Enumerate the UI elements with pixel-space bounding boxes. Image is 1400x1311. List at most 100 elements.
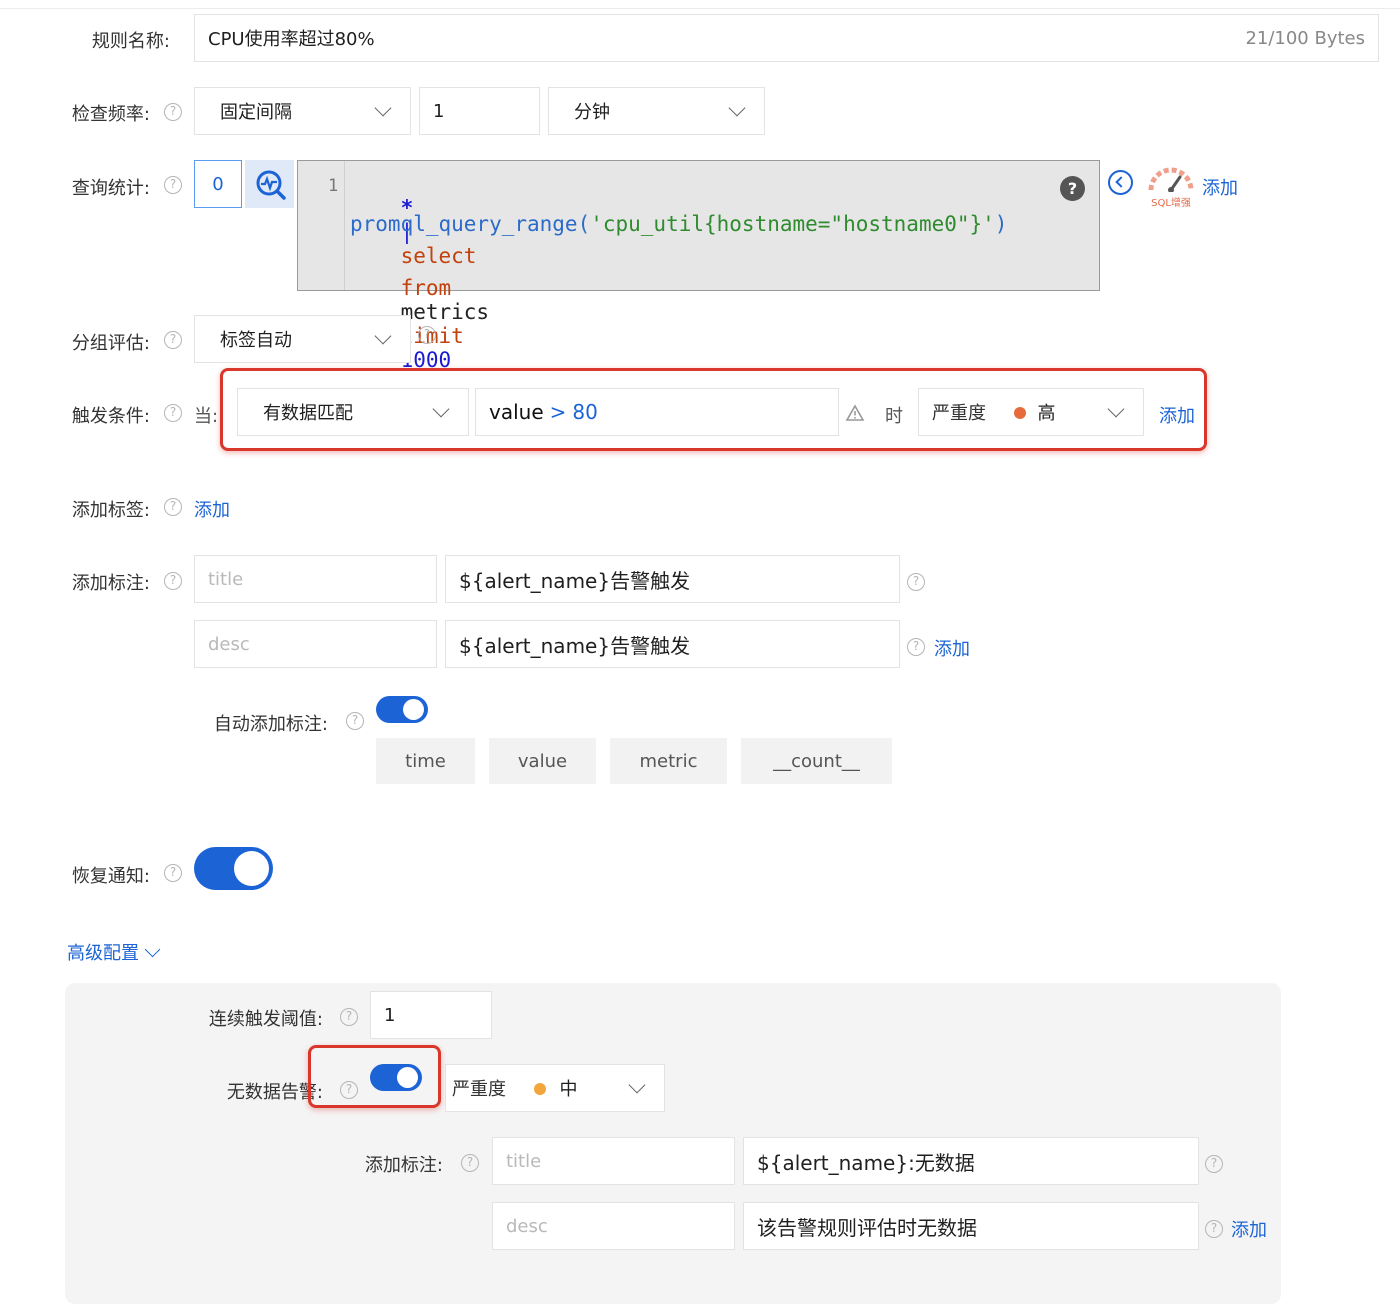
frequency-number-input[interactable]: 1 [419, 87, 540, 135]
query-help-badge[interactable]: ? [1060, 176, 1085, 201]
chevron-down-icon [432, 400, 450, 418]
adv-annotations-add-link[interactable]: 添加 [1231, 1216, 1267, 1242]
code-metrics: metrics [400, 300, 490, 324]
annotation-value-help-icon[interactable]: ? [907, 638, 925, 656]
code-from: from [400, 276, 452, 300]
no-data-severity-label: 严重度 [452, 1079, 506, 1100]
annotation-key-input-1[interactable]: title [194, 555, 437, 603]
trigger-label: 触发条件: [71, 406, 150, 427]
group-eval-select[interactable]: 标签自动 [194, 315, 411, 363]
chevron-down-icon [728, 99, 746, 117]
rule-name-label: 规则名称: [91, 31, 170, 52]
frequency-unit-value: 分钟 [574, 102, 610, 123]
severity-content: 严重度 高 [932, 399, 1055, 425]
group-eval-extra-help-icon[interactable]: ? [418, 326, 436, 344]
consecutive-threshold-input[interactable]: 1 [370, 991, 492, 1039]
query-add-link[interactable]: 添加 [1202, 174, 1238, 200]
recovery-notice-label: 恢复通知: [71, 866, 150, 887]
query-editor[interactable]: 1 * | select promql_query_range('cpu_uti… [297, 160, 1100, 372]
trigger-match-value: 有数据匹配 [263, 403, 353, 424]
annotations-label: 添加标注: [71, 573, 150, 594]
severity-medium-dot [533, 1083, 546, 1095]
annotation-value: ${alert_name}:无数据 [757, 1150, 975, 1175]
query-monitor-icon [256, 170, 286, 200]
consecutive-threshold-label: 连续触发阈值: [208, 1009, 323, 1030]
trigger-help-icon[interactable]: ? [164, 404, 182, 422]
frequency-mode-value: 固定间隔 [220, 102, 292, 123]
expr-var: value [489, 400, 544, 424]
advanced-annotations-help-icon[interactable]: ? [461, 1154, 479, 1172]
annotation-key-input-2[interactable]: desc [194, 620, 437, 668]
query-monitor-button[interactable] [245, 160, 294, 208]
code-string: 'cpu_util{hostname="hostname0"}' [590, 212, 995, 236]
advanced-config-toggle[interactable]: 高级配置 [67, 939, 161, 965]
annotation-value-input-2[interactable]: ${alert_name}告警触发 [445, 620, 900, 668]
annotation-key-placeholder: desc [208, 633, 250, 655]
auto-annotation-chip-time[interactable]: time [376, 738, 475, 784]
frequency-number-value: 1 [433, 100, 445, 122]
history-icon[interactable] [1108, 170, 1133, 195]
rule-name-input[interactable]: CPU使用率超过80% 21/100 Bytes [194, 14, 1379, 62]
warning-icon [845, 404, 865, 421]
consecutive-threshold-help-icon[interactable]: ? [340, 1008, 358, 1026]
annotation-value-help-icon[interactable]: ? [1205, 1155, 1223, 1173]
toggle-knob [403, 699, 424, 720]
consecutive-threshold-value: 1 [384, 1004, 396, 1026]
trigger-severity-select[interactable]: 严重度 高 [918, 388, 1144, 436]
severity-high-dot [1013, 407, 1026, 419]
auto-annotations-label: 自动添加标注: [213, 714, 328, 735]
query-help-icon[interactable]: ? [164, 176, 182, 194]
add-tags-help-icon[interactable]: ? [164, 498, 182, 516]
gauge-icon [1148, 167, 1194, 193]
trigger-when-text: 当: [194, 406, 219, 427]
toggle-knob [397, 1067, 418, 1088]
annotation-value: ${alert_name}告警触发 [459, 568, 691, 593]
chevron-down-icon [374, 99, 392, 117]
auto-annotations-toggle[interactable] [376, 696, 428, 723]
annotations-add-link[interactable]: 添加 [934, 635, 970, 661]
annotation-value-help-icon[interactable]: ? [1205, 1220, 1223, 1238]
auto-annotation-chip-value[interactable]: value [489, 738, 596, 784]
severity-label: 严重度 [932, 403, 986, 424]
adv-annotation-key-input-2[interactable]: desc [492, 1202, 735, 1250]
group-eval-help-icon[interactable]: ? [164, 331, 182, 349]
recovery-notice-help-icon[interactable]: ? [164, 864, 182, 882]
adv-annotation-value-input-1[interactable]: ${alert_name}:无数据 [743, 1137, 1199, 1185]
annotations-help-icon[interactable]: ? [164, 572, 182, 590]
toggle-knob [234, 851, 269, 886]
auto-annotations-help-icon[interactable]: ? [346, 712, 364, 730]
check-frequency-help-icon[interactable]: ? [164, 103, 182, 121]
auto-annotation-chip-count[interactable]: __count__ [741, 738, 892, 784]
code-close-paren: ) [994, 212, 1008, 236]
annotation-value-help-icon[interactable]: ? [907, 573, 925, 591]
no-data-severity-select[interactable]: 严重度 中 [445, 1064, 665, 1112]
trigger-match-select[interactable]: 有数据匹配 [237, 388, 469, 436]
add-tags-link[interactable]: 添加 [194, 496, 230, 522]
trigger-add-link[interactable]: 添加 [1159, 402, 1195, 428]
annotation-value-input-1[interactable]: ${alert_name}告警触发 [445, 555, 900, 603]
annotation-key-placeholder: title [208, 568, 244, 590]
trigger-expression-input[interactable]: value > 80 [475, 388, 839, 436]
code-line-2: promql_query_range('cpu_util{hostname="h… [350, 212, 1007, 236]
query-index-value: 0 [212, 173, 224, 195]
line-number: 1 [328, 176, 339, 196]
expr-op: > [549, 400, 567, 424]
recovery-notice-toggle[interactable] [194, 847, 273, 890]
advanced-panel: 连续触发阈值: ? 1 无数据告警: ? 严重度 中 添加标注: ? title… [65, 983, 1281, 1304]
adv-annotation-key-input-1[interactable]: title [492, 1137, 735, 1185]
auto-annotation-chip-metric[interactable]: metric [610, 738, 727, 784]
chevron-down-icon [1107, 400, 1125, 418]
query-index-box[interactable]: 0 [194, 160, 242, 208]
trigger-time-word: 时 [885, 406, 903, 427]
no-data-alert-toggle[interactable] [370, 1064, 422, 1091]
query-label: 查询统计: [71, 178, 150, 199]
sql-enhance-logo[interactable]: SQL增强 [1145, 164, 1197, 209]
expr-number: 80 [572, 400, 598, 424]
advanced-config-label: 高级配置 [67, 943, 139, 964]
adv-annotation-value-input-2[interactable]: 该告警规则评估时无数据 [743, 1202, 1199, 1250]
frequency-mode-select[interactable]: 固定间隔 [194, 87, 411, 135]
top-divider [0, 8, 1400, 9]
sql-enhance-text: SQL增强 [1151, 198, 1191, 209]
annotation-value: ${alert_name}告警触发 [459, 633, 691, 658]
frequency-unit-select[interactable]: 分钟 [548, 87, 765, 135]
